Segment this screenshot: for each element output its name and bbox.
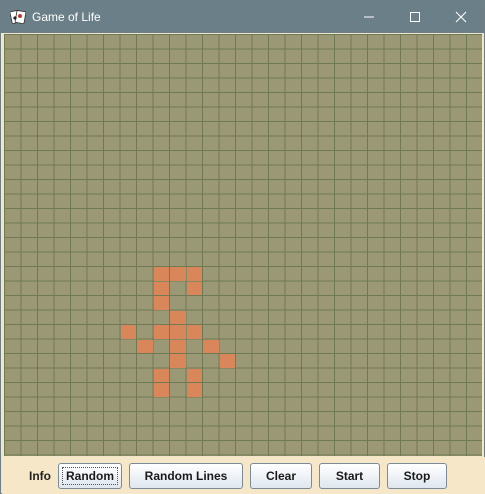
start-button-label: Start (335, 468, 364, 483)
live-cell[interactable] (186, 383, 202, 397)
minimize-icon (364, 16, 374, 18)
live-cell[interactable] (170, 354, 186, 368)
live-cell[interactable] (170, 310, 186, 324)
live-cell[interactable] (153, 325, 169, 339)
info-label: Info (29, 468, 51, 483)
live-cell[interactable] (153, 296, 169, 310)
start-button[interactable]: Start (319, 462, 380, 489)
live-cell[interactable] (219, 354, 235, 368)
live-cell[interactable] (186, 325, 202, 339)
life-grid[interactable] (4, 34, 482, 456)
window-controls (346, 1, 484, 33)
live-cell[interactable] (186, 368, 202, 382)
title-bar[interactable]: Game of Life (1, 1, 484, 33)
random-button[interactable]: Random (58, 462, 122, 489)
live-cell[interactable] (153, 368, 169, 382)
live-cell[interactable] (170, 325, 186, 339)
live-cell[interactable] (137, 339, 153, 353)
clear-button-label: Clear (265, 468, 297, 483)
stop-button-label: Stop (403, 468, 431, 483)
live-cell[interactable] (153, 281, 169, 295)
live-cell[interactable] (170, 267, 186, 281)
control-bar: Info Random Random Lines Clear Start Sto… (2, 457, 485, 494)
maximize-button[interactable] (392, 1, 438, 33)
random-lines-button[interactable]: Random Lines (129, 462, 243, 489)
cards-icon (10, 9, 26, 25)
live-cell[interactable] (153, 383, 169, 397)
live-cell[interactable] (186, 281, 202, 295)
live-cell[interactable] (153, 267, 169, 281)
clear-button[interactable]: Clear (250, 462, 312, 489)
close-button[interactable] (438, 1, 484, 33)
maximize-icon (410, 12, 420, 22)
minimize-button[interactable] (346, 1, 392, 33)
live-cell[interactable] (203, 339, 219, 353)
window-title: Game of Life (32, 10, 101, 24)
live-cell[interactable] (120, 325, 136, 339)
app-window: Game of Life Info Random Random Lines Cl… (0, 0, 485, 494)
close-icon (455, 11, 467, 23)
random-button-label: Random (62, 466, 118, 485)
stop-button[interactable]: Stop (387, 462, 447, 489)
live-cell[interactable] (186, 267, 202, 281)
live-cell[interactable] (170, 339, 186, 353)
random-lines-button-label: Random Lines (144, 468, 228, 483)
